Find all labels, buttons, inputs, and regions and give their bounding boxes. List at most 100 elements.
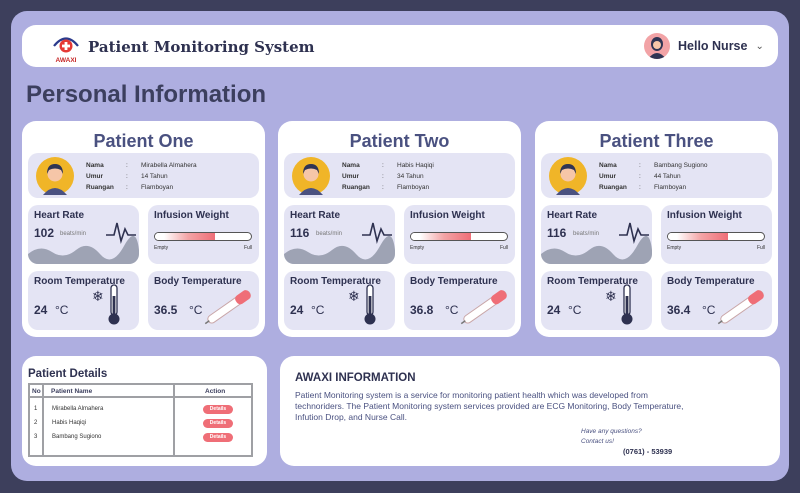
patient-card-three: Patient Three Nama: Bambang Sugiono Umur:… <box>535 121 778 337</box>
infusion-weight-tile: Infusion Weight Empty Full <box>148 205 259 264</box>
ecg-icon <box>106 222 136 244</box>
row-patient-name: Habis Haqiqi <box>52 420 87 426</box>
row-number: 3 <box>34 434 38 440</box>
celsius-unit: °C <box>311 303 325 317</box>
heart-rate-unit: beats/min <box>316 231 343 237</box>
ecg-icon <box>619 222 649 244</box>
body-temperature-label: Body Temperature <box>667 276 755 287</box>
infusion-weight-label: Infusion Weight <box>410 210 485 221</box>
body-temperature-value: 36.4 <box>667 303 691 317</box>
patient-info-panel: Nama: Bambang Sugiono Umur: 44 Tahun Ruang… <box>541 153 772 198</box>
patient-room: Flamboyan <box>397 184 430 191</box>
app-title: Patient Monitoring System <box>88 38 315 56</box>
heart-rate-value: 102 <box>34 226 55 240</box>
infusion-weight-label: Infusion Weight <box>154 210 229 221</box>
empty-label: Empty <box>154 245 169 251</box>
full-label: Full <box>757 245 766 251</box>
awaxi-logo: AWAXI <box>53 37 79 64</box>
user-menu[interactable]: Hello Nurse ⌄ <box>644 33 764 59</box>
thermometer-icon <box>364 284 376 325</box>
details-button[interactable]: Details <box>203 433 233 442</box>
awaxi-description: Patient Monitoring system is a service f… <box>295 390 684 422</box>
ecg-icon <box>362 222 392 244</box>
ruangan-label: Ruangan <box>86 184 114 191</box>
infusion-weight-label: Infusion Weight <box>667 210 742 221</box>
infusion-level-bar <box>154 232 252 241</box>
ruangan-label: Ruangan <box>599 184 627 191</box>
room-temperature-value: 24 <box>34 303 48 317</box>
patient-age: 14 Tahun <box>141 173 168 180</box>
logo-text: AWAXI <box>56 57 77 64</box>
colon: : <box>126 173 128 180</box>
thermometer-icon <box>621 284 633 325</box>
infusion-weight-tile: Infusion Weight Empty Full <box>661 205 772 264</box>
colon: : <box>639 173 641 180</box>
infusion-level-bar <box>410 232 508 241</box>
row-patient-name: Mirabella Almahera <box>52 406 104 412</box>
table-header: No Patient Name Action <box>30 385 251 398</box>
table-row: 3 Bambang Sugiono Details <box>30 431 251 445</box>
colon: : <box>639 184 641 191</box>
awaxi-info-panel: AWAXI INFORMATION Patient Monitoring sys… <box>280 356 780 466</box>
digital-thermometer-icon <box>204 290 251 325</box>
patient-name: Mirabella Almahera <box>141 162 197 169</box>
thermometer-icon <box>108 284 120 325</box>
col-action-header: Action <box>205 388 226 395</box>
patient-name: Habis Haqiqi <box>397 162 434 169</box>
contact-link[interactable]: Contact us! <box>581 437 642 447</box>
patient-room: Flamboyan <box>141 184 174 191</box>
body-temperature-tile: Body Temperature 36.8 °C <box>404 271 515 330</box>
nurse-avatar-icon <box>644 33 670 59</box>
room-temperature-tile: Room Temperature 24 °C ❄ <box>541 271 652 330</box>
patient-name: Bambang Sugiono <box>654 162 708 169</box>
row-patient-name: Bambang Sugiono <box>52 434 102 440</box>
row-number: 1 <box>34 406 38 412</box>
question-text: Have any questions? <box>581 428 642 435</box>
heart-rate-tile: Heart Rate 116 beats/min <box>284 205 395 264</box>
patient-room: Flamboyan <box>654 184 687 191</box>
heart-rate-tile: Heart Rate 116 beats/min <box>541 205 652 264</box>
patient-details-table: No Patient Name Action 1 Mirabella Almah… <box>28 383 253 457</box>
chevron-down-icon[interactable]: ⌄ <box>755 41 763 52</box>
patient-age: 34 Tahun <box>397 173 424 180</box>
room-temperature-value: 24 <box>290 303 304 317</box>
full-label: Full <box>500 245 509 251</box>
full-label: Full <box>244 245 253 251</box>
umur-label: Umur <box>599 173 616 180</box>
empty-label: Empty <box>410 245 425 251</box>
celsius-unit: °C <box>568 303 582 317</box>
colon: : <box>639 162 641 169</box>
room-temperature-tile: Room Temperature 24 °C ❄ <box>284 271 395 330</box>
nama-label: Nama <box>86 162 104 169</box>
heart-rate-label: Heart Rate <box>290 210 341 221</box>
room-temperature-tile: Room Temperature 24 °C ❄ <box>28 271 139 330</box>
user-greeting: Hello Nurse <box>678 39 748 53</box>
patient-details-title: Patient Details <box>28 368 108 380</box>
patient-card-two: Patient Two Nama: Habis Haqiqi Umur: 34 Ta… <box>278 121 521 337</box>
colon: : <box>382 162 384 169</box>
table-row: 1 Mirabella Almahera Details <box>30 403 251 417</box>
nama-label: Nama <box>342 162 360 169</box>
digital-thermometer-icon <box>717 290 764 325</box>
colon: : <box>126 184 128 191</box>
details-button[interactable]: Details <box>203 419 233 428</box>
table-row: 2 Habis Haqiqi Details <box>30 417 251 431</box>
patient-avatar-icon <box>549 157 587 195</box>
patient-info-panel: Nama: Mirabella Almahera Umur: 14 Tahun Ru… <box>28 153 259 198</box>
body-temperature-tile: Body Temperature 36.4 °C <box>661 271 772 330</box>
snowflake-icon: ❄ <box>348 288 360 304</box>
colon: : <box>382 173 384 180</box>
snowflake-icon: ❄ <box>92 288 104 304</box>
page-title: Personal Information <box>26 81 267 108</box>
celsius-unit: °C <box>55 303 69 317</box>
heart-rate-unit: beats/min <box>573 231 600 237</box>
awaxi-info-title: AWAXI INFORMATION <box>295 372 416 384</box>
details-button[interactable]: Details <box>203 405 233 414</box>
umur-label: Umur <box>86 173 103 180</box>
empty-label: Empty <box>667 245 682 251</box>
room-temperature-value: 24 <box>547 303 561 317</box>
col-no-header: No <box>32 388 41 395</box>
patient-card-title: Patient Three <box>599 131 714 151</box>
patient-card-title: Patient One <box>93 131 194 151</box>
patient-avatar-icon <box>36 157 74 195</box>
